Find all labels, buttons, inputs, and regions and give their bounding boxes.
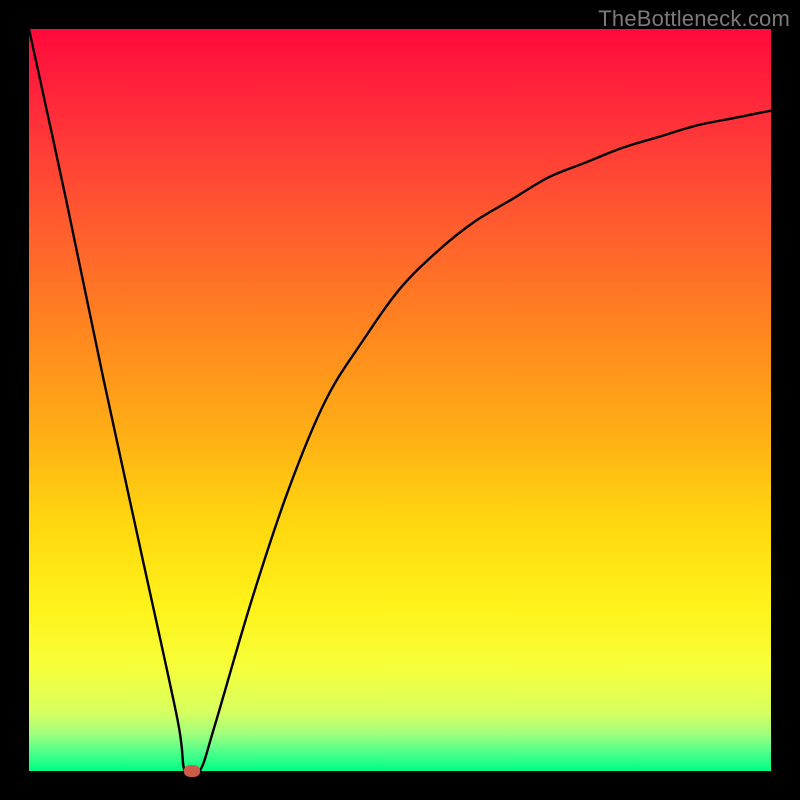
optimal-marker [184,765,200,777]
bottleneck-curve [29,29,771,771]
chart-plot-area [29,29,771,771]
watermark-text: TheBottleneck.com [598,6,790,32]
